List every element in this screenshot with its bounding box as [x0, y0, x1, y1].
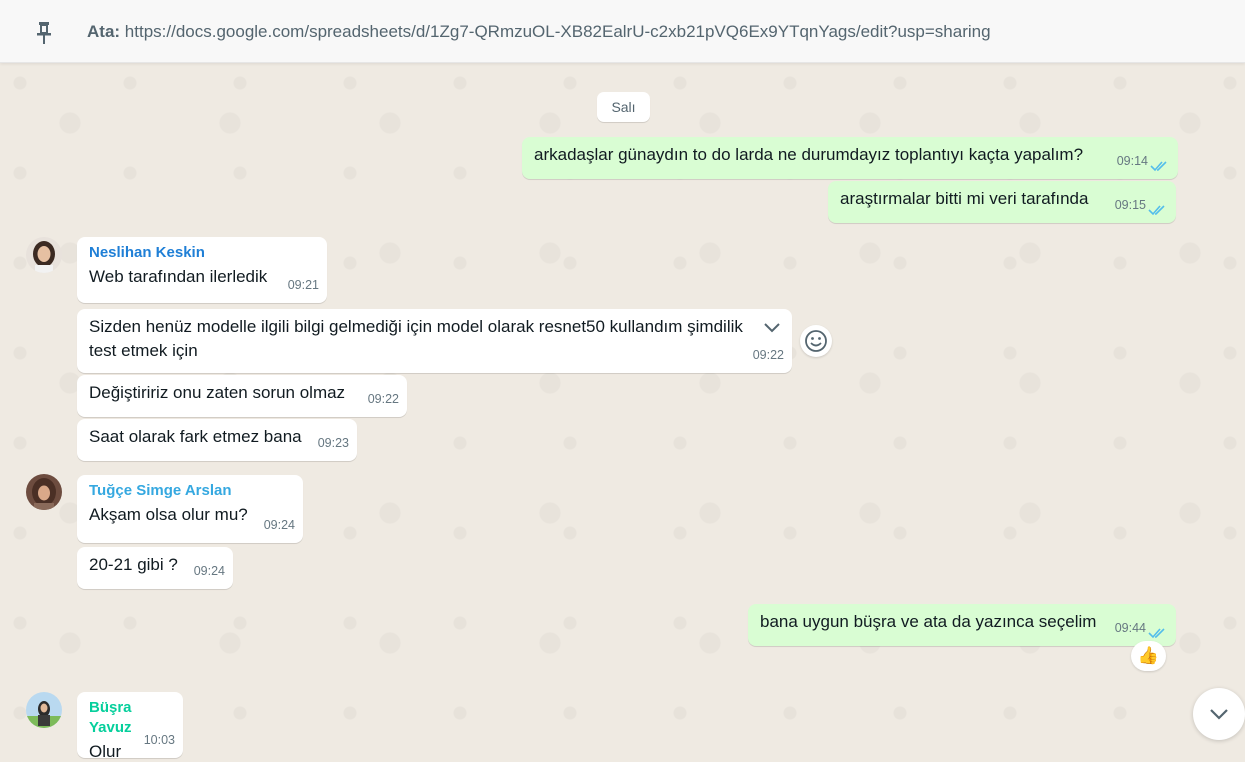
- message-time: 10:03: [143, 733, 175, 747]
- avatar-busra[interactable]: [26, 692, 62, 728]
- message-text-line2: test etmek için: [89, 341, 198, 360]
- avatar-image: [26, 474, 62, 510]
- message-text: bana uygun büşra ve ata da yazınca seçel…: [760, 612, 1097, 631]
- message-time: 09:22: [367, 392, 399, 406]
- message-time: 09:24: [193, 564, 225, 578]
- message-time: 09:44: [1114, 621, 1146, 635]
- avatar-image: [26, 237, 62, 273]
- message-text: Olur: [89, 742, 122, 761]
- chevron-down-icon: [1210, 709, 1228, 720]
- message-time: 09:15: [1114, 198, 1146, 212]
- smiley-icon: [805, 330, 827, 352]
- pinned-message-bar[interactable]: Ata: https://docs.google.com/spreadsheet…: [0, 0, 1245, 63]
- message-text: arkadaşlar günaydın to do larda ne durum…: [534, 145, 1084, 164]
- message-text: Saat olarak fark etmez bana: [89, 427, 302, 446]
- incoming-message[interactable]: Neslihan Keskin Web tarafından ilerledik…: [77, 237, 327, 303]
- outgoing-message[interactable]: arkadaşlar günaydın to do larda ne durum…: [522, 137, 1178, 179]
- avatar-neslihan[interactable]: [26, 237, 62, 273]
- message-time: 09:23: [317, 436, 349, 450]
- incoming-message[interactable]: Büşra Yavuz Olur 10:03: [77, 692, 183, 761]
- message-time: 09:22: [752, 348, 784, 362]
- pin-icon: [37, 22, 51, 44]
- sender-name[interactable]: Tuğçe Simge Arslan: [89, 481, 293, 501]
- incoming-message[interactable]: Saat olarak fark etmez bana 09:23: [77, 419, 357, 461]
- message-time: 09:21: [287, 278, 319, 292]
- incoming-message[interactable]: Tuğçe Simge Arslan Akşam olsa olur mu? 0…: [77, 475, 303, 543]
- outgoing-message[interactable]: bana uygun büşra ve ata da yazınca seçel…: [748, 604, 1176, 646]
- message-time: 09:14: [1116, 154, 1148, 168]
- message-text: Akşam olsa olur mu?: [89, 505, 248, 524]
- reaction-badge[interactable]: 👍: [1131, 641, 1166, 671]
- incoming-message[interactable]: Sizden henüz modelle ilgili bilgi gelmed…: [77, 309, 792, 373]
- message-text: Değiştiririz onu zaten sorun olmaz: [89, 383, 346, 402]
- react-emoji-button[interactable]: [800, 325, 832, 357]
- message-time: 09:24: [263, 518, 295, 532]
- message-text-line1: Sizden henüz modelle ilgili bilgi gelmed…: [89, 317, 743, 336]
- chat-area[interactable]: Salı arkadaşlar günaydın to do larda ne …: [0, 63, 1245, 762]
- read-ticks-icon: [1148, 205, 1165, 216]
- pinned-sender: Ata:: [87, 22, 121, 41]
- pinned-link[interactable]: https://docs.google.com/spreadsheets/d/1…: [125, 22, 991, 41]
- incoming-message[interactable]: 20-21 gibi ? 09:24: [77, 547, 233, 589]
- read-ticks-icon: [1148, 628, 1165, 639]
- pinned-message-text: Ata: https://docs.google.com/spreadsheet…: [87, 22, 991, 42]
- avatar-image: [26, 692, 62, 728]
- scroll-to-bottom-button[interactable]: [1193, 688, 1245, 740]
- outgoing-message[interactable]: araştırmalar bitti mi veri tarafında 09:…: [828, 181, 1176, 223]
- message-text: araştırmalar bitti mi veri tarafında: [840, 189, 1089, 208]
- read-ticks-icon: [1150, 161, 1167, 172]
- date-chip: Salı: [597, 92, 650, 122]
- avatar-tugce[interactable]: [26, 474, 62, 510]
- thumbs-up-icon: 👍: [1137, 646, 1160, 665]
- chevron-down-icon[interactable]: [762, 321, 782, 335]
- sender-name[interactable]: Neslihan Keskin: [89, 243, 317, 263]
- incoming-message[interactable]: Değiştiririz onu zaten sorun olmaz 09:22: [77, 375, 407, 417]
- message-text: Web tarafından ilerledik: [89, 267, 268, 286]
- message-text: 20-21 gibi ?: [89, 555, 178, 574]
